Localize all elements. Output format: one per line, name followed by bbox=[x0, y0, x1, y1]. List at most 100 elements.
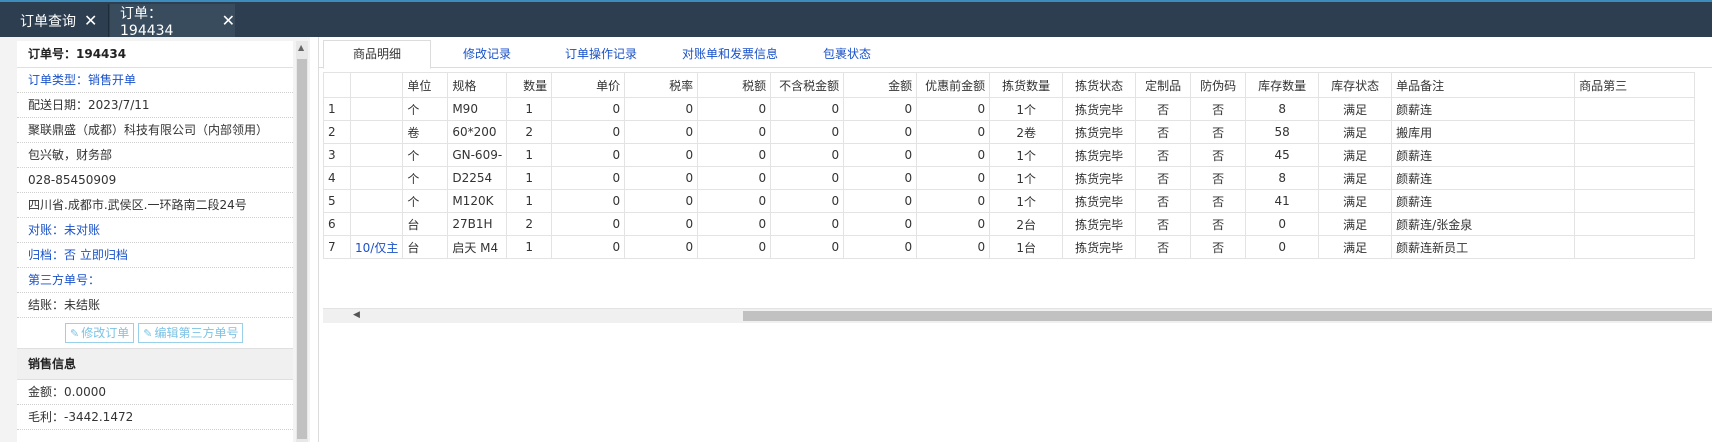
table-cell: 1 bbox=[506, 166, 553, 190]
table-cell: 颜薪连 bbox=[1391, 189, 1576, 213]
column-header[interactable]: 库存状态 bbox=[1318, 72, 1393, 98]
left-panel-scrollbar[interactable]: ▲ bbox=[296, 41, 308, 442]
tab-operation-log[interactable]: 订单操作记录 bbox=[541, 41, 661, 67]
column-header[interactable]: 拣货状态 bbox=[1062, 72, 1137, 98]
column-header[interactable]: 单位 bbox=[402, 72, 449, 98]
table-cell: 0 bbox=[770, 212, 845, 236]
table-cell: 0 bbox=[770, 143, 845, 167]
edit-order-button[interactable]: ✎ 修改订单 bbox=[65, 323, 135, 343]
table-cell: 拣货完毕 bbox=[1062, 143, 1137, 167]
table-row[interactable]: 5 个 M120K 1 0 0 0 0 0 0 1个 拣货完毕否否 41 满足 颜薪连 bbox=[323, 189, 1696, 213]
column-header[interactable]: 税率 bbox=[624, 72, 699, 98]
edit-icon: ✎ bbox=[70, 327, 80, 340]
table-cell[interactable] bbox=[349, 212, 404, 236]
table-cell: 个 bbox=[402, 189, 449, 213]
table-cell: 个 bbox=[402, 143, 449, 167]
table-row[interactable]: 7 10/仅主台启天 M4 1 0 0 0 0 0 0 1台 拣货完毕否否 0 满足 颜薪连新员工 bbox=[323, 235, 1696, 259]
table-cell[interactable] bbox=[349, 189, 404, 213]
table-cell: 台 bbox=[402, 235, 449, 259]
table-cell: 否 bbox=[1190, 212, 1247, 236]
column-header[interactable]: 拣货数量 bbox=[989, 72, 1064, 98]
table-row[interactable]: 6 台 27B1H 2 0 0 0 0 0 0 2台 拣货完毕否否 0 满足 颜薪连/张金泉 bbox=[323, 212, 1696, 236]
table-cell: 0 bbox=[551, 212, 626, 236]
scrollbar-thumb[interactable] bbox=[297, 59, 307, 439]
column-header[interactable]: 金额 bbox=[843, 72, 918, 98]
table-cell: 3 bbox=[323, 143, 351, 167]
tab-order-query[interactable]: 订单查询 ✕ bbox=[10, 4, 109, 37]
table-cell: 0 bbox=[843, 97, 918, 121]
table-cell[interactable] bbox=[349, 166, 404, 190]
scroll-up-icon[interactable]: ▲ bbox=[298, 43, 304, 52]
table-cell: 拣货完毕 bbox=[1062, 166, 1137, 190]
column-header[interactable]: 税额 bbox=[697, 72, 772, 98]
table-cell: 1 bbox=[506, 97, 553, 121]
reconcile-status[interactable]: 对账：未对账 bbox=[17, 218, 293, 243]
table-row[interactable]: 2 卷 60*200 2 0 0 0 0 0 0 2卷 拣货完毕否否 58 满足 搬库用 bbox=[323, 120, 1696, 144]
table-cell: 卷 bbox=[402, 120, 449, 144]
table-cell[interactable]: 10/仅主 bbox=[349, 235, 404, 259]
tab-label: 订单：194434 bbox=[120, 5, 174, 39]
column-header[interactable]: 商品第三 bbox=[1574, 72, 1696, 98]
table-cell: 否 bbox=[1135, 235, 1192, 259]
table-cell: 颜薪连 bbox=[1391, 166, 1576, 190]
table-cell: 0 bbox=[916, 212, 991, 236]
order-info-panel: 订单号：194434 订单类型：销售开单 配送日期：2023/7/11 聚联鼎盛… bbox=[0, 37, 310, 442]
tab-package-status[interactable]: 包裹状态 bbox=[799, 41, 895, 67]
table-row[interactable]: 3 个 GN-609- 1 0 0 0 0 0 0 1个 拣货完毕否否 45 满足 颜薪连 bbox=[323, 143, 1696, 167]
archive-status[interactable]: 归档：否 立即归档 bbox=[17, 243, 293, 268]
column-header[interactable]: 库存数量 bbox=[1245, 72, 1320, 98]
order-number: 订单号：194434 bbox=[17, 41, 293, 68]
table-cell: 否 bbox=[1190, 120, 1247, 144]
table-row[interactable]: 4 个 D2254 1 0 0 0 0 0 0 1个 拣货完毕否否 8 满足 颜薪连 bbox=[323, 166, 1696, 190]
column-header[interactable]: 定制品 bbox=[1135, 72, 1192, 98]
table-cell: 27B1H bbox=[447, 212, 508, 236]
table-cell: 否 bbox=[1135, 143, 1192, 167]
scroll-left-icon[interactable]: ◀ bbox=[353, 310, 360, 320]
table-cell[interactable] bbox=[349, 97, 404, 121]
scrollbar-thumb[interactable] bbox=[743, 311, 1712, 321]
column-header[interactable]: 防伪码 bbox=[1190, 72, 1247, 98]
table-cell: 否 bbox=[1190, 189, 1247, 213]
column-header[interactable]: 单品备注 bbox=[1391, 72, 1576, 98]
grid-horizontal-scrollbar[interactable]: ◀ bbox=[323, 308, 1712, 323]
order-type[interactable]: 订单类型：销售开单 bbox=[17, 68, 293, 93]
table-cell: 0 bbox=[624, 143, 699, 167]
table-cell bbox=[1574, 212, 1696, 236]
column-header[interactable] bbox=[349, 72, 404, 98]
sales-info-heading: 销售信息 bbox=[17, 349, 293, 380]
table-cell: 启天 M4 bbox=[447, 235, 508, 259]
table-cell: 41 bbox=[1245, 189, 1320, 213]
table-cell: 满足 bbox=[1318, 166, 1393, 190]
edit-third-party-label: 编辑第三方单号 bbox=[154, 326, 239, 340]
table-row[interactable]: 1 个 M90 1 0 0 0 0 0 0 1个 拣货完毕否否 8 满足 颜薪连 bbox=[323, 97, 1696, 121]
column-header[interactable]: 单价 bbox=[551, 72, 626, 98]
table-cell: 1 bbox=[506, 235, 553, 259]
table-cell[interactable] bbox=[349, 120, 404, 144]
table-cell: 0 bbox=[916, 143, 991, 167]
table-cell: 0 bbox=[697, 212, 772, 236]
column-header[interactable]: 优惠前金额 bbox=[916, 72, 991, 98]
tab-change-log[interactable]: 修改记录 bbox=[439, 41, 535, 67]
tab-order-detail[interactable]: 订单：194434 ✕ bbox=[110, 4, 235, 39]
tab-label: 订单查询 bbox=[20, 13, 76, 30]
column-header[interactable]: 规格 bbox=[447, 72, 508, 98]
column-header[interactable]: 不含税金额 bbox=[770, 72, 845, 98]
close-icon[interactable]: ✕ bbox=[222, 11, 235, 30]
table-cell: 0 bbox=[1245, 212, 1320, 236]
column-header[interactable]: 数量 bbox=[506, 72, 553, 98]
table-cell: 7 bbox=[323, 235, 351, 259]
edit-third-party-button[interactable]: ✎ 编辑第三方单号 bbox=[138, 323, 244, 343]
table-cell: 5 bbox=[323, 189, 351, 213]
third-party-number[interactable]: 第三方单号： bbox=[17, 268, 293, 293]
column-header[interactable] bbox=[323, 72, 351, 98]
table-cell: 0 bbox=[843, 189, 918, 213]
tab-product-details[interactable]: 商品明细 bbox=[323, 40, 431, 69]
table-cell: 60*200 bbox=[447, 120, 508, 144]
table-cell: 1个 bbox=[989, 166, 1064, 190]
tab-statement-invoice[interactable]: 对账单和发票信息 bbox=[665, 41, 795, 67]
close-icon[interactable]: ✕ bbox=[84, 11, 97, 30]
table-header-row: 单位 规格 数量 单价 税率 税额 不含税金额 金额 优惠前金额 拣货数量 拣货状态 定制品 防伪码 库存… bbox=[323, 72, 1696, 98]
table-cell: 2 bbox=[506, 212, 553, 236]
table-cell[interactable] bbox=[349, 143, 404, 167]
detail-tabs: 商品明细 修改记录 订单操作记录 对账单和发票信息 包裹状态 bbox=[319, 37, 1712, 69]
